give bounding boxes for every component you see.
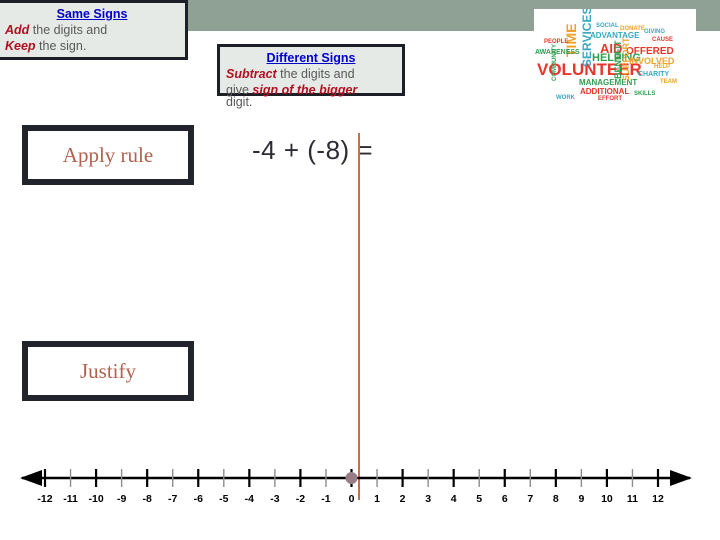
- rule-line-1: Add the digits and: [5, 23, 179, 38]
- word-cloud-word: ADDITIONAL: [580, 87, 630, 96]
- axis-arrow-right: [670, 470, 692, 486]
- axis-tick-label: 9: [578, 493, 584, 505]
- axis-tick-label: -7: [168, 493, 177, 505]
- axis-tick-label: -9: [117, 493, 126, 505]
- axis-tick-label: -3: [270, 493, 279, 505]
- justify-label: Justify: [79, 358, 136, 383]
- justify-button[interactable]: Justify: [22, 341, 194, 401]
- rule-text-2: the sign.: [35, 38, 87, 53]
- axis-arrow-left: [20, 470, 42, 486]
- word-cloud-word: WORK: [556, 95, 575, 101]
- keyword-sign-of-bigger: sign of the bigger: [252, 82, 358, 97]
- axis-tick-label: 6: [502, 493, 508, 505]
- axis-tick-label: 7: [527, 493, 533, 505]
- axis-tick-label: -1: [321, 493, 330, 505]
- keyword-subtract: Subtract: [226, 67, 277, 82]
- axis-tick-label: 4: [451, 493, 457, 505]
- word-cloud-word: COMMUNITY: [552, 44, 558, 81]
- axis-tick-label: -2: [296, 493, 305, 505]
- equation-text: -4 + (-8) =: [252, 135, 374, 165]
- word-cloud-word: PEOPLE: [544, 39, 569, 45]
- word-cloud-word: CAUSE: [652, 37, 674, 43]
- axis-tick-label: 2: [400, 493, 406, 505]
- word-cloud-word: BENEFIT: [613, 40, 623, 79]
- rule-title-different-signs: Different Signs: [266, 51, 356, 65]
- word-cloud-word: SKILLS: [634, 91, 656, 97]
- axis-tick-label: -12: [37, 493, 52, 505]
- rule-title-same-signs: Same Signs: [56, 7, 128, 21]
- rule-box-different-signs: Different Signs Subtract the digits and …: [217, 44, 405, 109]
- word-cloud-word: DONATE: [620, 26, 645, 32]
- vertical-guide-line: [358, 133, 360, 500]
- apply-rule-label: Apply rule: [62, 142, 154, 167]
- word-cloud-word: SUPPORT: [621, 37, 631, 81]
- slide-canvas: Same Signs Add the digits and Keep the s…: [0, 0, 720, 540]
- word-cloud-word: ADVANTAGE: [590, 31, 640, 40]
- axis-tick-label: 11: [627, 493, 638, 505]
- axis-tick-label: -4: [245, 493, 254, 505]
- axis-tick-label: -11: [63, 493, 78, 505]
- word-cloud-word: HELP: [654, 64, 671, 70]
- axis-tick-label: 8: [553, 493, 559, 505]
- axis-tick-label: 1: [374, 493, 380, 505]
- axis-tick-label: 10: [601, 493, 613, 505]
- volunteer-word-cloud-image: VOLUNTEER TIME SERVICES HELPING AID ADVANTAGE…: [534, 9, 696, 101]
- number-line-marker: [345, 472, 358, 484]
- rule-line-3: digit.: [226, 95, 253, 109]
- rule-text-1: the digits and: [276, 67, 355, 82]
- keyword-add: Add: [5, 23, 30, 38]
- rule-line-1: Subtract the digits and: [226, 67, 396, 82]
- word-cloud-word: GIVING: [644, 29, 666, 35]
- axis-tick-label: -5: [219, 493, 228, 505]
- word-cloud-word: SOCIAL: [596, 23, 619, 29]
- word-cloud-word: CHARITY: [638, 71, 670, 78]
- number-line: -12 -11 -10 -9 -8 -7 -6 -5 -4 -3 -2 -1 0 1 2 3 4 5 6 7 8 9 10 1…: [0, 455, 720, 515]
- keyword-keep: Keep: [5, 38, 36, 53]
- axis-tick-label: -10: [88, 493, 103, 505]
- number-line-svg: -12 -11 -10 -9 -8 -7 -6 -5 -4 -3 -2 -1 0 1 2 3 4 5 6 7 8 9 10 1…: [20, 469, 692, 505]
- axis-tick-label: 5: [476, 493, 482, 505]
- word-cloud-word: TEAM: [660, 79, 677, 85]
- axis-tick-label: -6: [194, 493, 203, 505]
- axis-tick-label: -8: [142, 493, 151, 505]
- rule-text-1: the digits and: [29, 23, 108, 38]
- axis-tick-label: 0: [349, 493, 355, 505]
- axis-tick-label: 12: [652, 493, 664, 505]
- word-cloud-word: EFFORT: [598, 96, 622, 101]
- apply-rule-button[interactable]: Apply rule: [22, 125, 194, 185]
- rule-line-2: Keep the sign.: [5, 39, 179, 54]
- axis-tick-label: 3: [425, 493, 431, 505]
- rule-box-same-signs: Same Signs Add the digits and Keep the s…: [0, 0, 188, 60]
